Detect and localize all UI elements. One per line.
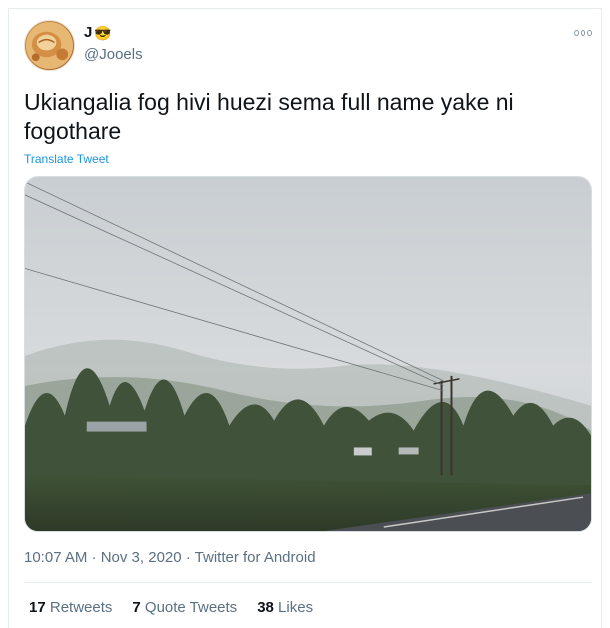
quote-tweets-count: 7	[132, 599, 141, 616]
retweets-count: 17	[29, 599, 46, 616]
retweets-stat[interactable]: 17 Retweets	[29, 599, 112, 616]
tweet-text: Ukiangalia fog hivi huezi sema full name…	[24, 89, 514, 144]
author-name[interactable]: J 😎	[84, 24, 112, 41]
tweet-stats: 17 Retweets 7 Quote Tweets 38 Likes	[29, 599, 313, 616]
author-display-name: J	[84, 24, 93, 41]
quote-tweets-label: Quote Tweets	[144, 599, 238, 616]
retweets-label: Retweets	[49, 599, 113, 616]
tweet-photo[interactable]	[24, 176, 592, 532]
divider	[24, 582, 592, 583]
foggy-landscape-image	[25, 177, 591, 531]
translate-tweet-link[interactable]: Translate Tweet	[24, 152, 109, 166]
likes-stat[interactable]: 38 Likes	[257, 599, 313, 616]
tweet-timestamp-source[interactable]: 10:07 AM · Nov 3, 2020 · Twitter for And…	[24, 549, 316, 566]
likes-label: Likes	[278, 599, 314, 616]
more-options-icon[interactable]	[574, 28, 593, 38]
avatar[interactable]	[24, 20, 75, 71]
likes-count: 38	[257, 599, 274, 616]
sunglasses-emoji-icon: 😎	[94, 24, 112, 41]
quote-tweets-stat[interactable]: 7 Quote Tweets	[132, 599, 237, 616]
author-handle[interactable]: @Jooels	[84, 46, 143, 63]
